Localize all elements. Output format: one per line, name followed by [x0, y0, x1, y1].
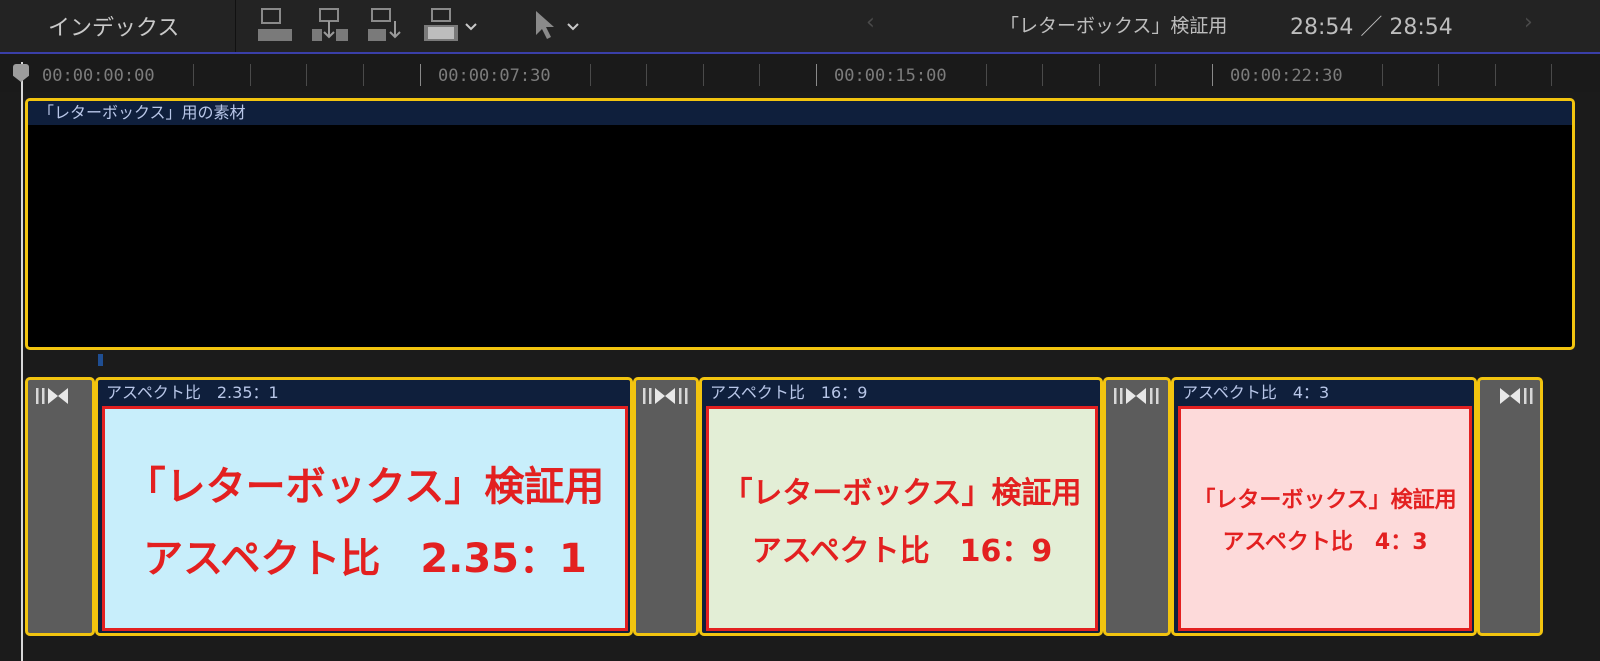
ruler-tick [1042, 64, 1043, 86]
ruler-tick [816, 64, 817, 86]
transition-icon [643, 388, 688, 404]
ruler-tick [420, 64, 421, 86]
ruler-label: 00:00:15:00 [834, 66, 947, 86]
transition-clip[interactable] [1477, 377, 1543, 636]
timecode-display: 28:54 ／ 28:54 [1290, 15, 1453, 40]
clip-name: アスペクト比 4：3 [1182, 383, 1330, 402]
select-tool-icon[interactable] [532, 7, 588, 43]
transition-icon [1500, 388, 1533, 404]
ruler-tick [986, 64, 987, 86]
upper-clip[interactable]: 「レターボックス」用の素材 [25, 98, 1575, 350]
insert-clip-icon[interactable] [312, 7, 350, 43]
append-clip-icon[interactable] [368, 7, 406, 43]
thumbnail-subtitle: アスペクト比 4：3 [1222, 529, 1428, 555]
clip-thumbnail: 「レターボックス」検証用 アスペクト比 16：9 [706, 406, 1098, 631]
ruler-tick [1382, 64, 1383, 86]
upper-clip-name: 「レターボックス」用の素材 [28, 101, 1572, 125]
ruler-tick [1155, 64, 1156, 86]
ruler-tick [1212, 64, 1213, 86]
transition-icon [1114, 388, 1159, 404]
clip-thumbnail: 「レターボックス」検証用 アスペクト比 4：3 [1178, 406, 1472, 631]
previous-edit-button[interactable]: ‹ [866, 10, 875, 35]
toolbar: インデックス ‹ 「レターボックス」検証用 28:54 ／ 28:54 › [0, 0, 1600, 54]
timeline-ruler[interactable]: 00:00:00:00 00:00:07:30 00:00:15:00 00:0… [0, 54, 1600, 92]
ruler-tick [590, 64, 591, 86]
next-edit-button[interactable]: › [1524, 10, 1533, 35]
toolbar-divider [235, 0, 236, 52]
thumbnail-title: 「レターボックス」検証用 [722, 475, 1082, 511]
thumbnail-title: 「レターボックス」検証用 [125, 463, 605, 510]
ruler-tick [363, 64, 364, 86]
clip-thumbnail: 「レターボックス」検証用 アスペクト比 2.35：1 [102, 406, 628, 631]
ruler-tick [193, 64, 194, 86]
ruler-label: 00:00:22:30 [1230, 66, 1343, 86]
clip-name: アスペクト比 16：9 [710, 383, 868, 402]
ruler-tick [646, 64, 647, 86]
ruler-tick [1495, 64, 1496, 86]
thumbnail-subtitle: アスペクト比 16：9 [751, 533, 1053, 569]
thumbnail-title: 「レターボックス」検証用 [1193, 487, 1457, 513]
ruler-tick [306, 64, 307, 86]
connect-clip-icon[interactable] [258, 7, 296, 43]
ruler-label: 00:00:07:30 [438, 66, 551, 86]
thumbnail-subtitle: アスペクト比 2.35：1 [143, 535, 587, 582]
ruler-tick [703, 64, 704, 86]
video-clip[interactable]: アスペクト比 2.35：1 「レターボックス」検証用 アスペクト比 2.35：1 [95, 377, 633, 636]
transition-clip[interactable] [633, 377, 699, 636]
overwrite-clip-icon[interactable] [424, 7, 482, 43]
ruler-tick [1551, 64, 1552, 86]
index-button[interactable]: インデックス [48, 10, 179, 42]
clip-name: アスペクト比 2.35：1 [106, 383, 279, 402]
ruler-tick [1099, 64, 1100, 86]
video-clip[interactable]: アスペクト比 16：9 「レターボックス」検証用 アスペクト比 16：9 [699, 377, 1103, 636]
ruler-tick [759, 64, 760, 86]
video-clip[interactable]: アスペクト比 4：3 「レターボックス」検証用 アスペクト比 4：3 [1171, 377, 1477, 636]
transition-clip[interactable] [1103, 377, 1171, 636]
ruler-tick [1438, 64, 1439, 86]
playhead[interactable] [21, 62, 23, 661]
transition-icon [36, 388, 68, 404]
transition-clip[interactable] [25, 377, 95, 636]
project-name: 「レターボックス」検証用 [1000, 15, 1228, 37]
ruler-label: 00:00:00:00 [42, 66, 155, 86]
clip-marker [98, 354, 103, 366]
ruler-tick [250, 64, 251, 86]
